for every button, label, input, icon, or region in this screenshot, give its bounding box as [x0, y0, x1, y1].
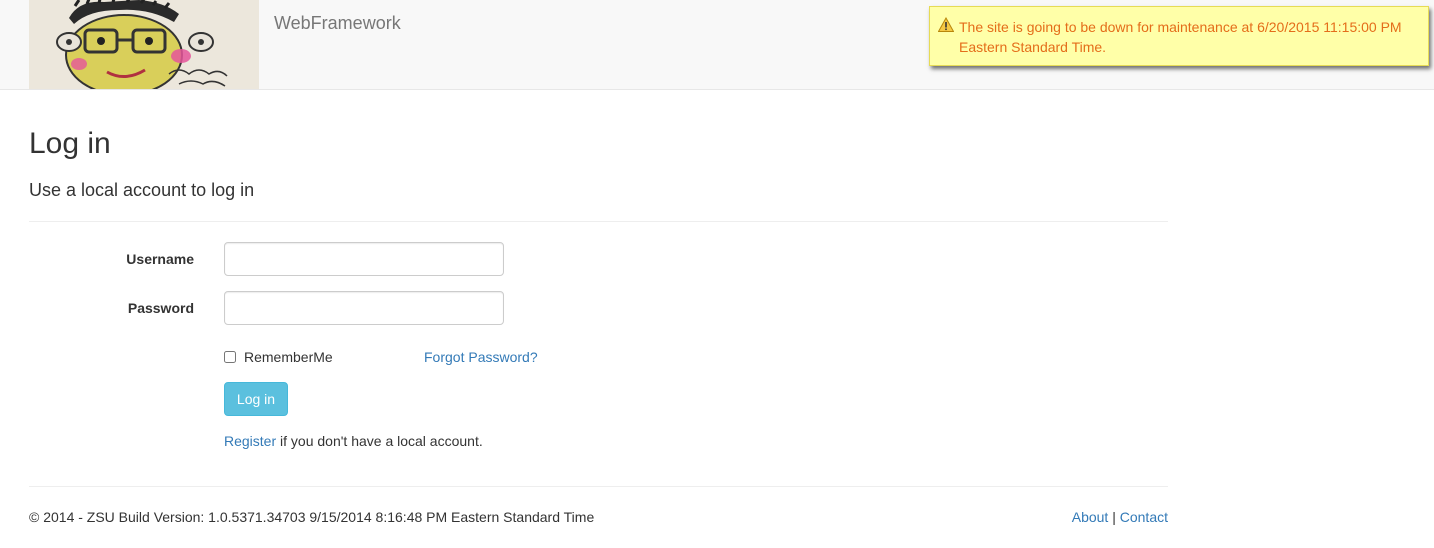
maintenance-notice: The site is going to be down for mainten… [929, 6, 1429, 66]
register-suffix: if you don't have a local account. [276, 433, 483, 449]
notice-text: The site is going to be down for mainten… [959, 19, 1402, 55]
remember-me-label[interactable]: RememberMe [244, 349, 333, 365]
site-logo[interactable] [29, 0, 259, 89]
remember-me-checkbox[interactable] [224, 351, 236, 363]
password-input[interactable] [224, 291, 504, 325]
page-title: Log in [29, 127, 111, 160]
footer-divider [29, 486, 1168, 487]
username-label: Username [126, 251, 194, 267]
warning-icon [937, 16, 955, 33]
page-subtitle: Use a local account to log in [29, 180, 255, 200]
divider [29, 221, 1168, 222]
forgot-password-link[interactable]: Forgot Password? [424, 349, 538, 365]
password-label: Password [127, 300, 194, 316]
username-input[interactable] [224, 242, 504, 276]
contact-link[interactable]: Contact [1120, 509, 1168, 525]
register-link[interactable]: Register [224, 433, 276, 449]
about-link[interactable]: About [1072, 509, 1109, 525]
footer-copyright: © 2014 - ZSU Build Version: 1.0.5371.347… [29, 509, 595, 525]
cartoon-face-drawing-icon [29, 0, 259, 89]
brand-link[interactable]: WebFramework [274, 13, 401, 34]
footer-links: About | Contact [1072, 509, 1168, 525]
login-button[interactable]: Log in [224, 382, 288, 416]
footer-separator: | [1112, 509, 1116, 525]
register-line: Register if you don't have a local accou… [224, 433, 483, 449]
